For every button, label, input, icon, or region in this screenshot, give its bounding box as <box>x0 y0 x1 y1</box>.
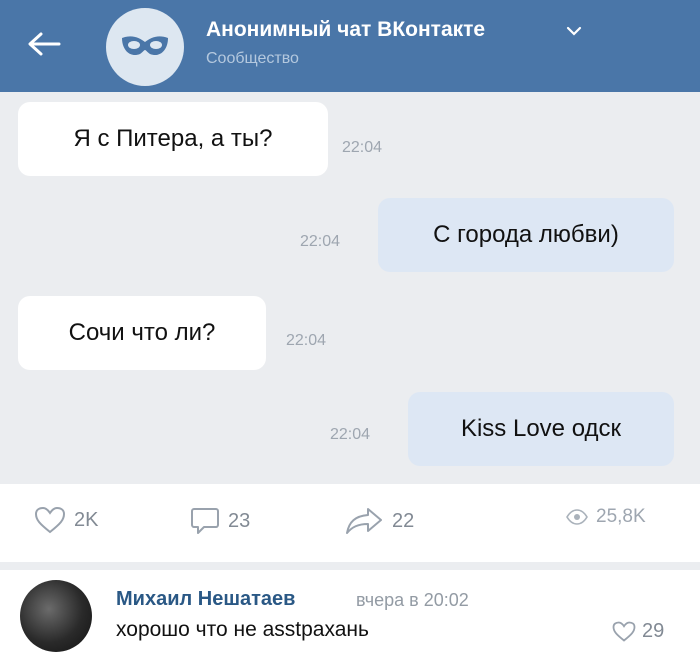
community-avatar[interactable] <box>106 8 184 86</box>
views-count: 25,8K <box>596 506 646 527</box>
share-count: 22 <box>392 509 415 532</box>
like-button[interactable]: 2K <box>34 506 98 534</box>
message-bubble: Kiss Love одск <box>408 392 674 466</box>
chevron-down-icon[interactable] <box>566 24 582 42</box>
comment-time: вчера в 20:02 <box>356 590 469 610</box>
comment-button[interactable]: 23 <box>190 506 250 536</box>
comment-like-count: 29 <box>642 620 665 642</box>
back-arrow-icon[interactable] <box>22 22 66 66</box>
comment-icon <box>191 508 219 534</box>
avatar[interactable] <box>20 580 92 652</box>
eye-icon <box>566 509 588 525</box>
views-counter: 25,8K <box>566 506 646 528</box>
share-icon <box>346 508 382 534</box>
community-subtitle: Сообщество <box>206 50 299 67</box>
message-time: 22:04 <box>330 426 371 443</box>
message-bubble: Сочи что ли? <box>18 296 266 370</box>
message-time: 22:04 <box>286 332 327 349</box>
header-bar: Анонимный чат ВКонтакте Сообщество <box>0 0 700 92</box>
chat-area: Я с Питера, а ты? 22:04 С города любви) … <box>0 92 700 484</box>
mask-icon <box>122 36 168 56</box>
comment-author[interactable]: Михаил Нешатаев <box>116 588 295 611</box>
share-button[interactable]: 22 <box>344 506 414 536</box>
message-time: 22:04 <box>300 233 341 250</box>
comment-like-button[interactable]: 29 <box>612 620 664 643</box>
message-time: 22:04 <box>342 139 383 156</box>
message-text: С города любви) <box>433 221 619 248</box>
comment-item: Михаил Нешатаев вчера в 20:02 хорошо что… <box>0 570 700 664</box>
message-bubble: Я с Питера, а ты? <box>18 102 328 176</box>
message-text: Сочи что ли? <box>68 319 216 346</box>
community-title[interactable]: Анонимный чат ВКонтакте <box>206 18 485 42</box>
divider <box>0 562 700 570</box>
heart-icon <box>612 621 636 642</box>
message-bubble: С города любви) <box>378 198 674 272</box>
like-count: 2K <box>74 508 99 531</box>
message-text: Kiss Love одск <box>460 415 622 442</box>
message-text: Я с Питера, а ты? <box>73 125 273 152</box>
heart-icon <box>34 506 66 534</box>
post-actions: 2K 23 22 25,8K <box>0 484 700 562</box>
comment-text: хорошо что не аsstрахань <box>116 618 369 641</box>
comment-count: 23 <box>228 509 251 532</box>
